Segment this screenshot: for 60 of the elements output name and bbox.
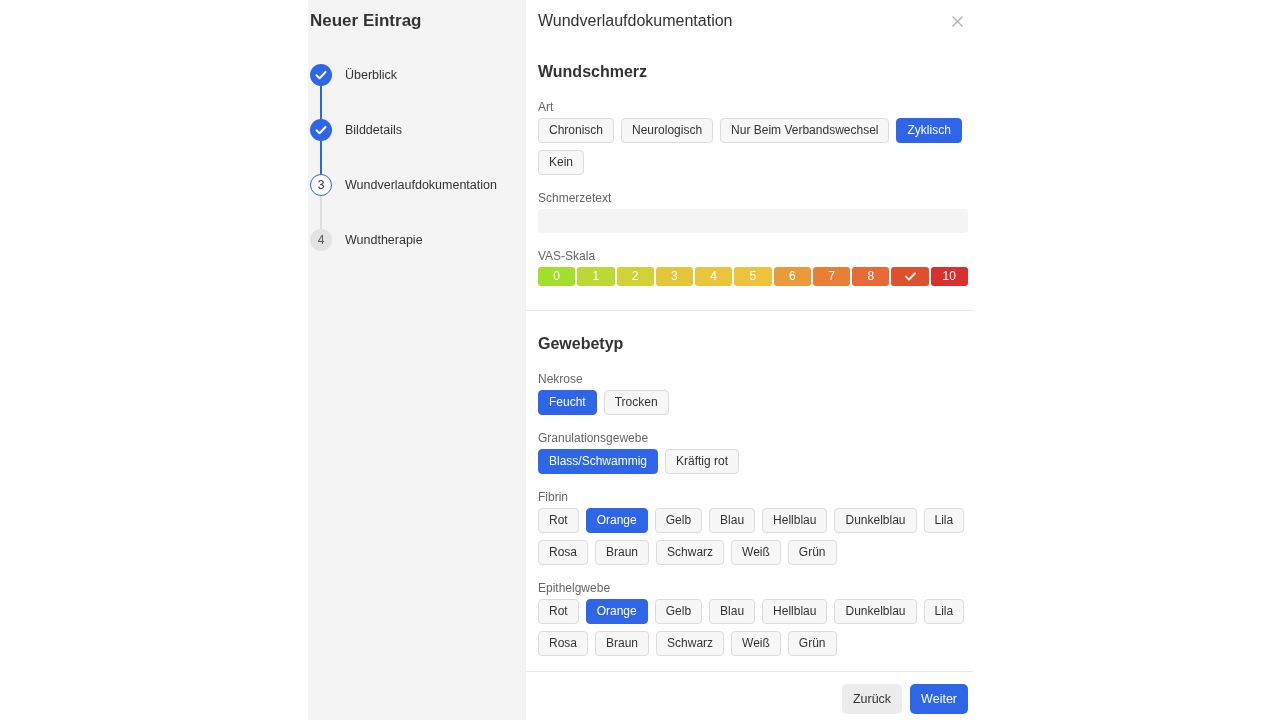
scale-segment[interactable] [891,267,929,286]
back-button[interactable]: Zurück [841,684,903,714]
check-circle-icon[interactable] [310,119,332,141]
sidebar-title: Neuer Eintrag [310,10,423,32]
option-chip[interactable]: Hellblau [762,599,828,624]
option-chip[interactable]: Neurologisch [621,118,714,143]
option-chip[interactable]: Gelb [654,508,703,533]
option-chip[interactable]: Trocken [603,390,669,415]
field-label: Art [538,99,555,116]
field-label: VAS-Skala [538,248,597,265]
step-connector [320,141,322,174]
field-label: Fibrin [538,489,569,506]
field-label: Epithelgwebe [538,580,612,597]
next-button[interactable]: Weiter [910,684,968,714]
step-label[interactable]: Wundtherapie [345,229,423,251]
option-chip[interactable]: Dunkelblau [834,508,917,533]
option-chip[interactable]: Chronisch [538,118,615,143]
field-label: Schmerzetext [538,190,613,207]
option-chip[interactable]: Grün [787,540,837,565]
scale-segment[interactable]: 10 [930,267,968,286]
option-chip[interactable]: Kräftig rot [665,449,740,474]
option-chip[interactable]: Blau [709,599,756,624]
option-chip[interactable]: Rot [538,599,579,624]
section-heading: Gewebetyp [538,334,625,354]
option-chip[interactable]: Orange [585,508,648,533]
option-chip[interactable]: Blau [709,508,756,533]
dialog-title: Wundverlaufdokumentation [538,11,733,31]
option-chip[interactable]: Braun [595,540,650,565]
option-chip[interactable]: Feucht [538,390,597,415]
field-label: Granulationsgewebe [538,430,650,447]
step-number[interactable]: 3 [310,174,332,196]
close-icon[interactable] [952,15,963,27]
check-icon [904,272,916,281]
option-chip[interactable]: Nur Beim Verbandswechsel [720,118,890,143]
option-chip[interactable]: Rosa [538,631,588,656]
field-label: Nekrose [538,371,584,388]
option-chip[interactable]: Hellblau [762,508,828,533]
step-number[interactable]: 4 [310,229,332,251]
step-connector [320,86,322,119]
option-chip[interactable]: Rot [538,508,579,533]
option-chip[interactable]: Orange [585,599,648,624]
step-label[interactable]: Wundverlaufdokumentation [345,174,497,196]
step-label[interactable]: Bilddetails [345,119,402,141]
check-circle-icon[interactable] [310,64,332,86]
option-chip[interactable]: Rosa [538,540,588,565]
option-chip[interactable]: Lila [923,508,965,533]
option-chip[interactable]: Schwarz [656,540,725,565]
step-label[interactable]: Überblick [345,64,398,86]
option-chip[interactable]: Weiß [731,631,781,656]
option-chip[interactable]: Grün [787,631,837,656]
option-chip[interactable]: Dunkelblau [834,599,917,624]
option-chip[interactable]: Gelb [654,599,703,624]
option-chip[interactable]: Blass/Schwammig [538,449,659,474]
option-chip[interactable]: Braun [595,631,650,656]
section-heading: Wundschmerz [538,62,649,82]
option-chip[interactable]: Kein [538,150,585,175]
option-chip[interactable]: Zyklisch [896,118,962,143]
option-chip[interactable]: Lila [923,599,965,624]
option-chip[interactable]: Schwarz [656,631,725,656]
option-chip[interactable]: Weiß [731,540,781,565]
